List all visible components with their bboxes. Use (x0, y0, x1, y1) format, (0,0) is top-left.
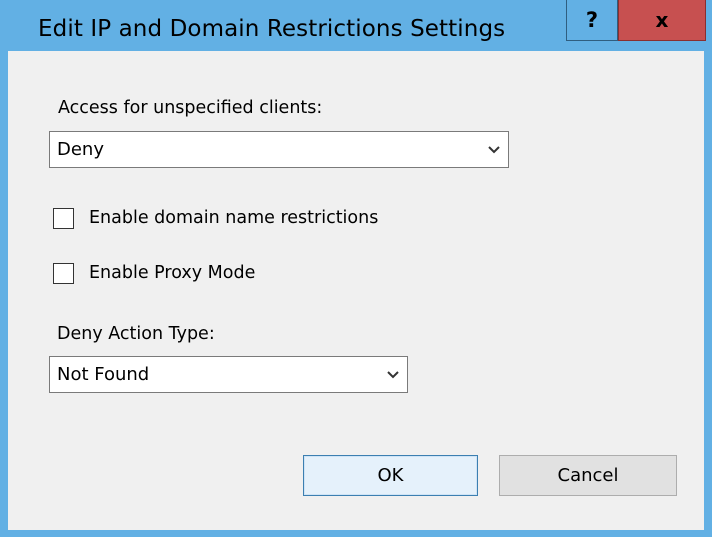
chevron-down-icon (488, 146, 500, 154)
window-title: Edit IP and Domain Restrictions Settings (38, 16, 506, 42)
ok-button[interactable]: OK (303, 455, 478, 496)
proxy-mode-checkbox[interactable] (53, 263, 74, 284)
access-label: Access for unspecified clients: (58, 98, 323, 118)
domain-restrictions-checkbox[interactable] (53, 208, 74, 229)
access-select[interactable]: Deny (49, 131, 509, 168)
deny-action-select[interactable]: Not Found (49, 356, 408, 393)
access-select-value: Deny (57, 139, 104, 160)
deny-action-select-value: Not Found (57, 364, 150, 385)
close-button[interactable]: x (618, 0, 706, 41)
domain-restrictions-label: Enable domain name restrictions (89, 208, 379, 228)
dialog-content: Access for unspecified clients: Deny Ena… (8, 51, 704, 530)
cancel-button[interactable]: Cancel (499, 455, 677, 496)
help-icon: ? (585, 8, 599, 32)
proxy-mode-label: Enable Proxy Mode (89, 263, 256, 283)
close-icon: x (655, 8, 669, 32)
dialog-window: Edit IP and Domain Restrictions Settings… (0, 0, 712, 537)
chevron-down-icon (387, 371, 399, 379)
help-button[interactable]: ? (566, 0, 618, 41)
deny-action-label: Deny Action Type: (57, 324, 215, 344)
